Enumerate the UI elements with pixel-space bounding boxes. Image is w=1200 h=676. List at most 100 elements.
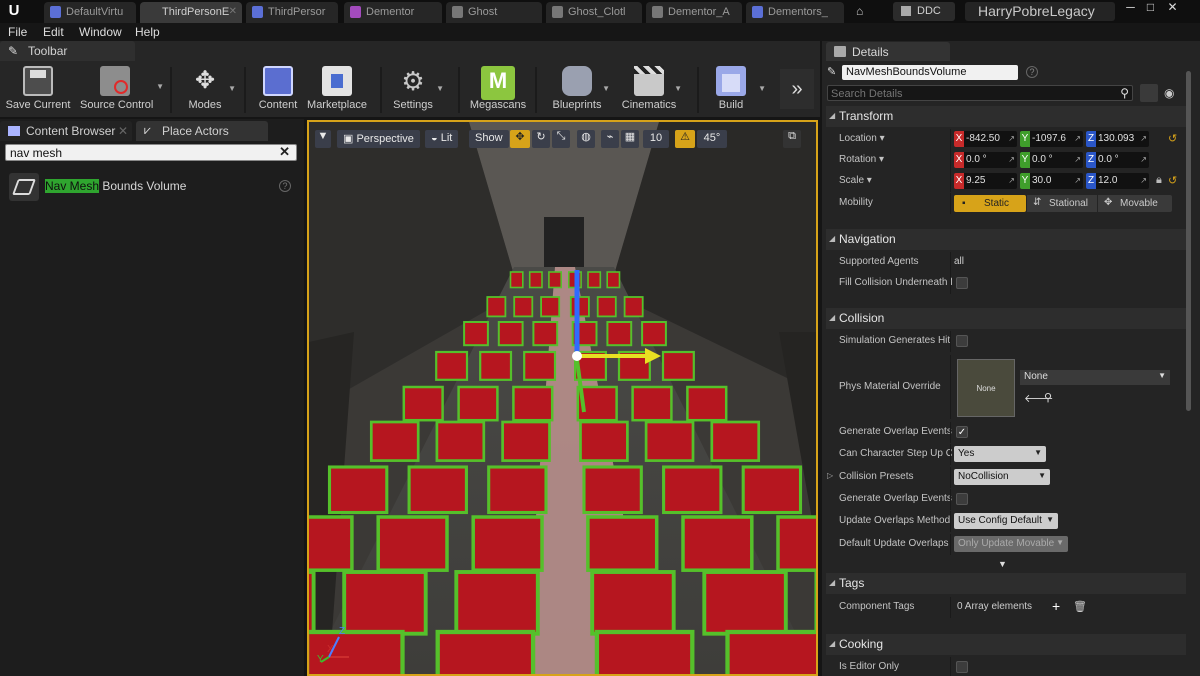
close-icon[interactable]: ✕ bbox=[229, 6, 237, 17]
maximize-button[interactable]: □ bbox=[1142, 0, 1159, 16]
section-cooking[interactable]: ◢ Cooking bbox=[826, 634, 1186, 655]
generate-overlap-checkbox[interactable]: ✓ bbox=[956, 426, 968, 438]
blueprints-button[interactable]: Blueprints ▼ bbox=[553, 64, 610, 116]
section-tags[interactable]: ◢ Tags bbox=[826, 573, 1186, 594]
list-item[interactable]: Nav Mesh Bounds Volume ? bbox=[5, 171, 297, 203]
eye-icon[interactable]: ◉ bbox=[1164, 86, 1174, 100]
modes-button[interactable]: ✥ Modes ▼ bbox=[188, 64, 236, 116]
update-overlaps-dropdown[interactable]: Use Config Default ▼ bbox=[954, 513, 1058, 529]
default-update-overlaps-dropdown[interactable]: Only Update Movable ▼ bbox=[954, 536, 1068, 552]
tab-content-browser[interactable]: Content Browser ✕ bbox=[0, 121, 132, 141]
scale-gizmo-icon[interactable]: ⤡ bbox=[552, 130, 570, 148]
scale-x-field[interactable]: X 9.25 ↗ bbox=[954, 173, 1017, 189]
expand-arrow-icon[interactable]: ▷ bbox=[827, 471, 833, 480]
fill-collision-checkbox[interactable] bbox=[956, 277, 968, 289]
section-navigation[interactable]: ◢ Navigation bbox=[826, 229, 1186, 250]
property-matrix-icon[interactable] bbox=[1140, 84, 1158, 102]
tab-ghost[interactable]: Ghost bbox=[446, 2, 542, 23]
simulation-hit-checkbox[interactable] bbox=[956, 335, 968, 347]
close-window-button[interactable]: ✕ bbox=[1164, 0, 1181, 16]
marketplace-button[interactable]: Marketplace bbox=[307, 64, 367, 116]
minimize-button[interactable]: ─ bbox=[1122, 0, 1139, 16]
add-icon[interactable]: + bbox=[1052, 598, 1060, 614]
surface-snap-icon[interactable]: ⌁ bbox=[601, 130, 619, 148]
tab-dementor[interactable]: Dementor bbox=[344, 2, 442, 23]
reset-icon[interactable]: ↺ bbox=[1168, 132, 1177, 145]
location-y-field[interactable]: Y -1097.6 ↗ bbox=[1020, 131, 1083, 147]
tab-dementors[interactable]: Dementors_ bbox=[746, 2, 844, 23]
browse-icon[interactable]: ⚲ bbox=[1044, 391, 1052, 404]
section-collision[interactable]: ◢ Collision bbox=[826, 308, 1186, 329]
mobility-movable-button[interactable]: ✥ Movable bbox=[1098, 195, 1172, 212]
cinematics-button[interactable]: Cinematics ▼ bbox=[622, 64, 682, 116]
grid-snap-icon[interactable]: ▦ bbox=[621, 130, 639, 148]
dropdown-arrow-icon[interactable]: ▼ bbox=[228, 84, 236, 93]
mobility-static-button[interactable]: ▪ Static bbox=[954, 195, 1026, 212]
close-icon[interactable]: ✕ bbox=[118, 124, 128, 138]
tab-ghost-cloth[interactable]: Ghost_Clotl bbox=[546, 2, 642, 23]
tab-default-virtual[interactable]: DefaultVirtu bbox=[44, 2, 136, 23]
mobility-stationary-button[interactable]: ⇵ Stational bbox=[1027, 195, 1097, 212]
viewport-scene[interactable]: X Y Z bbox=[309, 122, 816, 674]
show-button[interactable]: Show bbox=[469, 130, 509, 148]
character-step-up-dropdown[interactable]: Yes ▼ bbox=[954, 446, 1046, 462]
details-scrollbar[interactable] bbox=[1186, 71, 1191, 411]
tab-dementor-a[interactable]: Dementor_A bbox=[646, 2, 742, 23]
details-search[interactable]: ⚲ bbox=[827, 85, 1133, 101]
perspective-button[interactable]: ▣ Perspective bbox=[337, 130, 420, 148]
tab-third-person[interactable]: ThirdPersor bbox=[246, 2, 338, 23]
actor-name-field[interactable]: NavMeshBoundsVolume bbox=[842, 65, 1018, 80]
rotation-snap-value[interactable]: 45° bbox=[697, 130, 727, 148]
toolbar-overflow-button[interactable]: » bbox=[780, 69, 814, 109]
location-z-field[interactable]: Z 130.093 ↗ bbox=[1086, 131, 1149, 147]
tab-overflow-icon[interactable]: ⌂ bbox=[856, 4, 872, 18]
rotation-snap-icon[interactable]: ⚠ bbox=[675, 130, 695, 148]
menu-window[interactable]: Window bbox=[79, 25, 122, 39]
build-button[interactable]: Build ▼ bbox=[716, 64, 766, 116]
details-tab[interactable]: Details bbox=[826, 42, 950, 61]
viewport-options-button[interactable]: ▼ bbox=[315, 130, 331, 148]
dropdown-arrow-icon[interactable]: ▼ bbox=[674, 84, 682, 93]
help-icon[interactable]: ? bbox=[279, 180, 291, 192]
rotation-z-field[interactable]: Z 0.0 ° ↗ bbox=[1086, 152, 1149, 168]
advanced-expand-icon[interactable]: ▼ bbox=[998, 559, 1007, 569]
collision-presets-dropdown[interactable]: NoCollision ▼ bbox=[954, 469, 1050, 485]
lit-button[interactable]: ◒ Lit bbox=[425, 130, 459, 148]
dropdown-arrow-icon[interactable]: ▼ bbox=[156, 82, 164, 91]
world-local-icon[interactable]: ◍ bbox=[577, 130, 595, 148]
rotation-y-field[interactable]: Y 0.0 ° ↗ bbox=[1020, 152, 1083, 168]
settings-button[interactable]: ⚙ Settings ▼ bbox=[393, 64, 444, 116]
menu-help[interactable]: Help bbox=[135, 25, 160, 39]
maximize-viewport-icon[interactable]: ⧉ bbox=[783, 130, 801, 148]
toolbar-tab[interactable]: ✎ Toolbar bbox=[0, 41, 135, 61]
clear-search-icon[interactable]: ✕ bbox=[279, 144, 290, 160]
menu-file[interactable]: File bbox=[8, 25, 27, 39]
details-search-input[interactable] bbox=[831, 87, 1111, 100]
rotate-gizmo-icon[interactable]: ↻ bbox=[532, 130, 550, 148]
level-viewport[interactable]: X Y Z ▼ ▣ Perspective ◒ Lit Show ✥ ↻ ⤡ ◍… bbox=[307, 120, 818, 676]
dropdown-arrow-icon[interactable]: ▼ bbox=[436, 84, 444, 93]
trash-icon[interactable]: 🗑︎ bbox=[1073, 600, 1087, 613]
megascans-button[interactable]: M Megascans bbox=[470, 64, 526, 116]
scale-z-field[interactable]: Z 12.0 ↗ bbox=[1086, 173, 1149, 189]
grid-size-value[interactable]: 10 bbox=[643, 130, 669, 148]
location-x-field[interactable]: X -842.50 ↗ bbox=[954, 131, 1017, 147]
section-transform[interactable]: ◢ Transform bbox=[826, 106, 1186, 127]
content-button[interactable]: Content bbox=[259, 64, 297, 116]
place-actors-search[interactable]: ✕ bbox=[5, 144, 297, 161]
dropdown-arrow-icon[interactable]: ▼ bbox=[602, 84, 610, 93]
lock-icon[interactable]: 🔒︎ bbox=[1156, 174, 1162, 187]
tab-place-actors[interactable]: ⩗ Place Actors bbox=[136, 121, 268, 141]
phys-material-dropdown[interactable]: None ▼ bbox=[1020, 370, 1170, 385]
rotation-x-field[interactable]: X 0.0 ° ↗ bbox=[954, 152, 1017, 168]
tab-third-person-example[interactable]: ThirdPersonE ✕ bbox=[140, 2, 242, 23]
ddc-button[interactable]: DDC bbox=[893, 2, 955, 21]
translate-gizmo-icon[interactable]: ✥ bbox=[510, 130, 530, 148]
dropdown-arrow-icon[interactable]: ▼ bbox=[758, 84, 766, 93]
source-control-button[interactable]: Source Control ▼ bbox=[80, 64, 164, 116]
is-editor-only-checkbox[interactable] bbox=[956, 661, 968, 673]
save-current-button[interactable]: Save Current bbox=[6, 64, 70, 116]
material-thumbnail[interactable]: None bbox=[957, 359, 1015, 417]
help-icon[interactable]: ? bbox=[1026, 66, 1038, 78]
generate-overlap-checkbox-2[interactable] bbox=[956, 493, 968, 505]
